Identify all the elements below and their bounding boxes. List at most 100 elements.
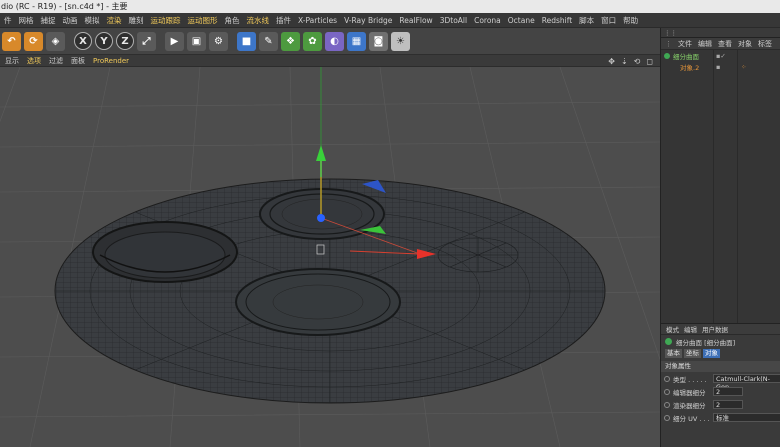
menu-item[interactable]: 流水线 <box>247 13 270 27</box>
attributes-title-text: 细分曲面 [细分曲面] <box>676 338 736 347</box>
right-pole <box>437 237 519 273</box>
y-axis-button[interactable]: Y <box>95 32 113 50</box>
attributes-menu-userdata[interactable]: 用户数据 <box>702 324 728 334</box>
attributes-panel: 模式 编辑 用户数据 细分曲面 [细分曲面] 基本 坐标 对象 对象属性 类型 … <box>661 323 780 447</box>
coordinate-system-icon[interactable]: ⤢ <box>137 31 156 51</box>
viewport-menu-filter[interactable]: 过滤 <box>49 56 63 66</box>
subdivision-surface-icon <box>664 52 670 59</box>
cube-select-icon[interactable]: ◈ <box>46 31 65 51</box>
viewport-menu-options[interactable]: 选项 <box>27 56 41 66</box>
undo-icon[interactable]: ↶ <box>2 31 21 51</box>
zoom-view-icon[interactable]: ⇣ <box>621 57 628 66</box>
window-title: dio (RC - R19) - [sn.c4d *] - 主要 <box>0 0 780 13</box>
menu-item[interactable]: X-Particles <box>298 13 337 27</box>
top-ring[interactable] <box>259 188 385 240</box>
menu-item[interactable]: 3DtoAll <box>440 13 467 27</box>
subdivision-surface-icon <box>665 338 672 345</box>
panel-grip-icon: ⋮ <box>665 39 672 48</box>
objects-menu-edit[interactable]: 编辑 <box>698 39 712 49</box>
menu-item[interactable]: 角色 <box>225 13 240 27</box>
menu-item[interactable]: 雕刻 <box>129 13 144 27</box>
type-dropdown[interactable]: Catmull-Clark(N-Gon <box>713 374 780 391</box>
maximize-view-icon[interactable]: ◻ <box>646 57 653 66</box>
render-subdivision-field[interactable]: 2 <box>713 400 743 409</box>
pen-spline-icon[interactable]: ✎ <box>259 31 278 51</box>
deformer-icon[interactable]: ◐ <box>325 31 344 51</box>
tab-object[interactable]: 对象 <box>703 349 720 358</box>
object-properties-header: 对象属性 <box>661 361 780 372</box>
viewport-menu-panel[interactable]: 面板 <box>71 56 85 66</box>
left-crater[interactable] <box>92 221 238 283</box>
attr-row-editor-subdiv: 编辑器细分 2 <box>661 385 780 398</box>
move-view-icon[interactable]: ✥ <box>608 57 615 66</box>
menu-item[interactable]: 插件 <box>276 13 291 27</box>
menu-item[interactable]: Redshift <box>542 13 572 27</box>
render-settings-icon[interactable]: ⚙ <box>209 31 228 51</box>
light-icon[interactable]: ☀ <box>391 31 410 51</box>
polygon-object-icon <box>671 64 677 70</box>
objects-menu-tags[interactable]: 标签 <box>758 39 772 49</box>
object-row-subdivision[interactable]: 细分曲面 ▪✓ <box>661 50 780 61</box>
attr-row-subdiv-uv: 细分 UV . . . 标准 <box>661 411 780 424</box>
tag-icon[interactable]: ⁘ <box>741 63 746 71</box>
attr-row-type: 类型 . . . . . Catmull-Clark(N-Gon <box>661 372 780 391</box>
render-picture-viewer-icon[interactable]: ▣ <box>187 31 206 51</box>
menu-item[interactable]: 运动跟踪 <box>151 13 181 27</box>
animate-dot-icon[interactable] <box>664 388 670 395</box>
rotate-view-icon[interactable]: ⟲ <box>634 57 641 66</box>
menu-item[interactable]: Octane <box>508 13 535 27</box>
visibility-icon[interactable]: ▪✓ <box>716 52 726 60</box>
cube-object-icon[interactable]: ■ <box>237 31 256 51</box>
menu-item[interactable]: RealFlow <box>399 13 432 27</box>
menu-item[interactable]: 动画 <box>63 13 78 27</box>
menu-item[interactable]: Corona <box>474 13 501 27</box>
animate-dot-icon[interactable] <box>664 375 670 382</box>
object-name[interactable]: 对象.2 <box>680 62 699 72</box>
tab-basic[interactable]: 基本 <box>665 349 682 358</box>
menu-item[interactable]: 件 <box>4 13 12 27</box>
attr-row-render-subdiv: 渲染器细分 2 <box>661 398 780 411</box>
floor-icon[interactable]: ▦ <box>347 31 366 51</box>
menu-item[interactable]: 网格 <box>19 13 34 27</box>
objects-menu-object[interactable]: 对象 <box>738 39 752 49</box>
right-panel: ⋮⋮ ⋮ 文件 编辑 查看 对象 标签 细分曲面 ▪✓ 对象.2 ▪ ⁘ 模式 … <box>660 28 780 447</box>
panel-tab-grip[interactable]: ⋮⋮ <box>661 28 680 37</box>
attributes-menu-edit[interactable]: 编辑 <box>684 324 697 334</box>
editor-subdivision-field[interactable]: 2 <box>713 387 743 396</box>
menu-item[interactable]: 模拟 <box>85 13 100 27</box>
objects-menu-file[interactable]: 文件 <box>678 39 692 49</box>
camera-icon[interactable]: ◙ <box>369 31 388 51</box>
subdivide-uv-dropdown[interactable]: 标准 <box>713 413 780 422</box>
visibility-icon[interactable]: ▪ <box>716 63 720 71</box>
render-view-icon[interactable]: ▶ <box>165 31 184 51</box>
animate-dot-icon[interactable] <box>664 401 670 408</box>
rotate-icon[interactable]: ⟳ <box>24 31 43 51</box>
menu-item[interactable]: 捕捉 <box>41 13 56 27</box>
viewport-menu-display[interactable]: 显示 <box>5 56 19 66</box>
main-menubar: 件网格 捕捉 动画 模拟 渲染 雕刻 运动跟踪 运动图形 角色 流水线 插件 X-Particles V… <box>0 13 780 28</box>
objects-menu-view[interactable]: 查看 <box>718 39 732 49</box>
menu-item[interactable]: 帮助 <box>623 13 638 27</box>
3d-viewport[interactable] <box>0 67 660 447</box>
object-row-poly[interactable]: 对象.2 ▪ ⁘ <box>661 61 780 72</box>
attributes-menu-mode[interactable]: 模式 <box>666 324 679 334</box>
viewport-menu-prorender[interactable]: ProRender <box>93 57 129 65</box>
bottom-ring[interactable] <box>235 268 401 336</box>
attributes-menubar: 模式 编辑 用户数据 <box>661 324 780 335</box>
objects-menubar: ⋮ 文件 编辑 查看 对象 标签 <box>661 38 780 50</box>
menu-item[interactable]: 脚本 <box>579 13 594 27</box>
menu-item[interactable]: V-Ray Bridge <box>344 13 392 27</box>
object-manager-list: 细分曲面 ▪✓ 对象.2 ▪ ⁘ <box>661 50 780 325</box>
x-axis-button[interactable]: X <box>74 32 92 50</box>
panel-tab-strip: ⋮⋮ <box>661 28 780 38</box>
subdivision-surface-icon[interactable]: ❖ <box>281 31 300 51</box>
menu-item[interactable]: 窗口 <box>601 13 616 27</box>
tab-coord[interactable]: 坐标 <box>684 349 701 358</box>
menu-item[interactable]: 渲染 <box>107 13 122 27</box>
attributes-title: 细分曲面 [细分曲面] <box>661 335 780 348</box>
z-axis-button[interactable]: Z <box>116 32 134 50</box>
menu-item[interactable]: 运动图形 <box>188 13 218 27</box>
cloner-icon[interactable]: ✿ <box>303 31 322 51</box>
animate-dot-icon[interactable] <box>664 414 670 421</box>
object-name[interactable]: 细分曲面 <box>673 51 699 61</box>
